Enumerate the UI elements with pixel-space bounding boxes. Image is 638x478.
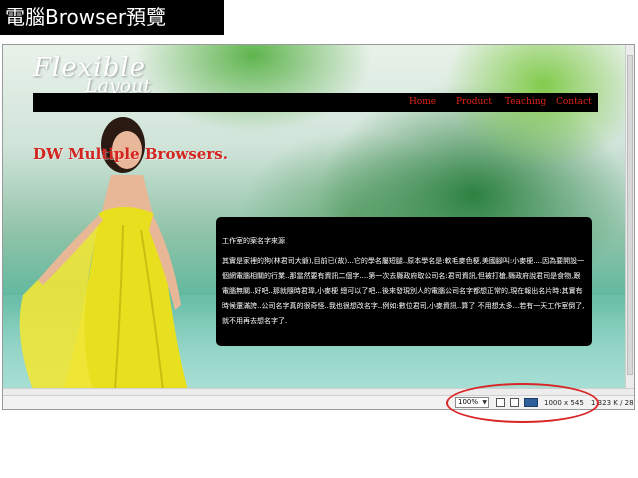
site-navbar: Home Product Teaching Contact bbox=[33, 93, 598, 112]
window-dimensions[interactable]: 1000 x 545 bbox=[544, 397, 584, 409]
content-title: 工作室的案名字來源 bbox=[222, 237, 285, 245]
zoom-value: 100% bbox=[458, 398, 479, 406]
content-body: 其實是家裡的狗(林君司大爺),目前已(故)...它的學名屬短腿..原本學名是:軟… bbox=[222, 257, 585, 325]
nav-link-product[interactable]: Product bbox=[456, 93, 492, 112]
vertical-scrollbar-thumb[interactable] bbox=[627, 55, 633, 375]
select-tool-icon[interactable] bbox=[496, 398, 505, 407]
page-viewport: Flexible Layout Home Product Teaching Co… bbox=[3, 45, 625, 388]
nav-link-home[interactable]: Home bbox=[409, 93, 436, 112]
zoom-select[interactable]: 100% ▼ bbox=[455, 397, 489, 408]
slide-title: 電腦Browser預覽 bbox=[0, 0, 224, 35]
nav-link-contact[interactable]: Contact bbox=[556, 93, 592, 112]
horizontal-scrollbar[interactable] bbox=[3, 388, 634, 395]
hand-tool-icon[interactable] bbox=[510, 398, 519, 407]
vertical-scrollbar[interactable] bbox=[625, 45, 634, 388]
content-panel: 工作室的案名字來源 其實是家裡的狗(林君司大爺),目前已(故)...它的學名屬短… bbox=[216, 217, 592, 346]
browser-preview-window: Flexible Layout Home Product Teaching Co… bbox=[2, 44, 635, 410]
nav-link-teaching[interactable]: Teaching bbox=[505, 93, 546, 112]
file-size-download-time: 1 323 K / 28 秒 bbox=[591, 399, 634, 407]
status-bar: 100% ▼ 1000 x 545 1 323 K / 28 秒 bbox=[3, 395, 634, 409]
page-headline: DW Multiple Browsers. bbox=[33, 145, 228, 163]
chevron-down-icon: ▼ bbox=[482, 399, 487, 406]
desktop-view-icon[interactable] bbox=[524, 398, 538, 407]
